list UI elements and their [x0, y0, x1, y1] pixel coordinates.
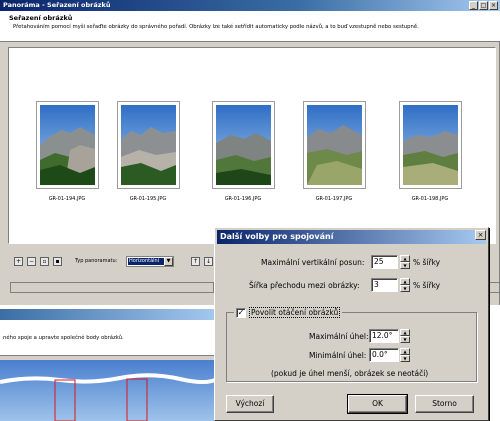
transition-width-unit: % šířky — [413, 281, 441, 290]
image-thumbnail[interactable] — [399, 101, 462, 189]
window-controls: _ □ × — [469, 1, 498, 10]
transition-width-spinner[interactable]: ▲ ▼ — [400, 278, 410, 292]
step-description: Přetahováním pomocí myši seřaďte obrázky… — [13, 24, 419, 30]
image-thumbnail[interactable] — [212, 101, 275, 189]
transition-width-input[interactable]: 3 — [371, 278, 398, 292]
photo-icon — [403, 105, 458, 185]
image-filename: GR-01-198.JPG — [411, 196, 449, 202]
max-angle-spinner[interactable]: ▲ ▼ — [400, 329, 410, 343]
max-vertical-shift-label: Maximální vertikální posun: — [261, 258, 365, 267]
photo-icon — [307, 105, 362, 185]
photo-icon — [40, 105, 95, 185]
close-button[interactable]: × — [489, 1, 498, 10]
dialog-close-button[interactable]: × — [475, 230, 486, 240]
min-angle-input[interactable]: 0.0° — [369, 348, 399, 362]
stitch-options-dialog: Další volby pro spojování × Maximální ve… — [214, 227, 489, 421]
toolbar: + − ▫ ▪ Typ panoramatu: Horizontální ▼ ↑… — [8, 255, 228, 269]
min-angle-label: Minimální úhel: — [309, 351, 367, 360]
image-thumbnail[interactable] — [36, 101, 99, 189]
background-window-titlebar — [0, 309, 220, 320]
panorama-preview — [0, 360, 220, 421]
full-size-icon[interactable]: ▪ — [53, 257, 62, 266]
background-window-description: ného spoje a upravte společné body obráz… — [3, 335, 124, 341]
ok-button[interactable]: OK — [347, 394, 408, 414]
transition-width-label: Šířka přechodu mezi obrázky: — [249, 281, 360, 290]
panorama-type-value: Horizontální — [128, 258, 164, 265]
allow-rotation-option[interactable]: ✓ Povolit otáčení obrázků — [234, 307, 343, 318]
maximize-button[interactable]: □ — [479, 1, 488, 10]
step-title: Seřazení obrázků — [9, 14, 73, 22]
zoom-out-icon[interactable]: − — [27, 257, 36, 266]
image-thumbnail[interactable] — [303, 101, 366, 189]
image-thumbnail[interactable] — [117, 101, 180, 189]
fit-to-window-icon[interactable]: ▫ — [40, 257, 49, 266]
rotation-note: (pokud je úhel menší, obrázek se neotáčí… — [271, 369, 429, 378]
photo-icon — [121, 105, 176, 185]
horizontal-scrollbar[interactable] — [10, 282, 214, 293]
min-angle-spinner[interactable]: ▲ ▼ — [400, 348, 410, 362]
window-corner-button[interactable] — [489, 282, 500, 293]
panorama-type-select[interactable]: Horizontální ▼ — [126, 256, 174, 267]
default-button[interactable]: Výchozí — [226, 395, 274, 413]
image-filename: GR-01-194.JPG — [48, 196, 86, 202]
max-vertical-shift-unit: % šířky — [413, 258, 441, 267]
sort-ascending-icon[interactable]: ↑ — [191, 257, 200, 266]
chevron-down-icon[interactable]: ▼ — [164, 257, 173, 266]
cancel-button[interactable]: Storno — [415, 395, 474, 413]
main-window-title: Panoráma - Seřazení obrázků — [0, 0, 500, 11]
max-angle-input[interactable]: 12.0° — [369, 329, 399, 343]
minimize-button[interactable]: _ — [469, 1, 478, 10]
panorama-type-label: Typ panoramatu: — [75, 258, 118, 264]
max-vertical-shift-input[interactable]: 25 — [371, 255, 398, 269]
dialog-title: Další volby pro spojování — [217, 230, 486, 244]
allow-rotation-checkbox[interactable]: ✓ — [236, 307, 246, 318]
image-filename: GR-01-197.JPG — [315, 196, 353, 202]
allow-rotation-label: Povolit otáčení obrázků — [249, 307, 341, 318]
image-filename: GR-01-195.JPG — [129, 196, 167, 202]
image-filename: GR-01-196.JPG — [224, 196, 262, 202]
max-angle-label: Maximální úhel: — [309, 332, 369, 341]
max-vertical-shift-spinner[interactable]: ▲ ▼ — [400, 255, 410, 269]
sort-descending-icon[interactable]: ↓ — [204, 257, 213, 266]
photo-icon — [216, 105, 271, 185]
zoom-in-icon[interactable]: + — [14, 257, 23, 266]
